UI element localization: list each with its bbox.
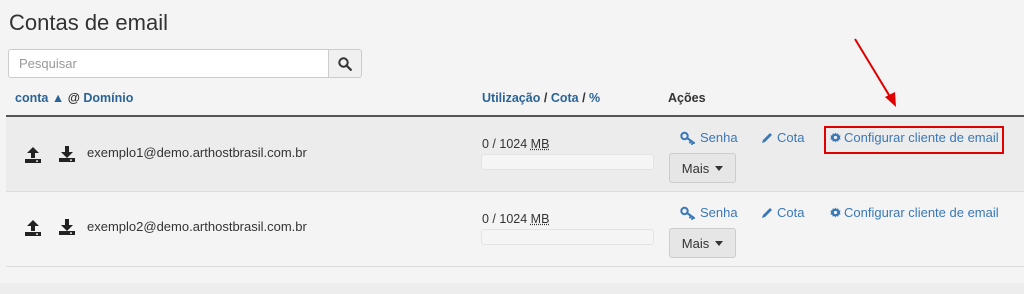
password-action[interactable]: Senha bbox=[680, 205, 738, 220]
header-usage: Utilização / Cota / % bbox=[482, 91, 600, 105]
more-dropdown[interactable]: Mais bbox=[669, 153, 736, 183]
upload-icon[interactable] bbox=[24, 146, 42, 164]
header-account-domain: conta ▲ @ Domínio bbox=[15, 91, 133, 105]
search-input[interactable] bbox=[8, 49, 328, 78]
key-icon bbox=[680, 206, 695, 220]
sort-by-account-link[interactable]: conta bbox=[15, 91, 48, 105]
email-address: exemplo1@demo.arthostbrasil.com.br bbox=[87, 145, 307, 160]
password-action[interactable]: Senha bbox=[680, 130, 738, 145]
usage-progress-bar bbox=[481, 229, 654, 245]
unit-abbr: MB bbox=[530, 212, 550, 226]
pencil-icon bbox=[762, 207, 772, 218]
search-icon bbox=[338, 56, 352, 71]
chevron-down-icon bbox=[715, 165, 724, 171]
usage-text: 0 / 1024 MB bbox=[482, 212, 550, 226]
email-address: exemplo2@demo.arthostbrasil.com.br bbox=[87, 219, 307, 234]
header-separator: / bbox=[582, 91, 586, 105]
key-icon bbox=[680, 131, 695, 145]
upload-icon[interactable] bbox=[24, 219, 42, 237]
sort-ascending-indicator[interactable]: ▲ bbox=[52, 91, 64, 105]
at-symbol: @ bbox=[67, 91, 80, 105]
sort-by-usage-link[interactable]: Utilização bbox=[482, 91, 540, 105]
actions-header-label: Ações bbox=[668, 91, 706, 105]
more-dropdown[interactable]: Mais bbox=[669, 228, 736, 258]
sort-by-quota-link[interactable]: Cota bbox=[551, 91, 579, 105]
sort-by-percent-link[interactable]: % bbox=[589, 91, 600, 105]
usage-text: 0 / 1024 MB bbox=[482, 137, 550, 151]
header-actions: Ações bbox=[668, 91, 706, 105]
download-icon[interactable] bbox=[58, 218, 76, 236]
header-separator: / bbox=[543, 91, 548, 105]
pencil-icon bbox=[762, 132, 772, 143]
unit-abbr: MB bbox=[530, 137, 550, 151]
annotation-arrow bbox=[854, 38, 896, 107]
footer-strip bbox=[0, 283, 1024, 294]
sort-by-domain-link[interactable]: Domínio bbox=[83, 91, 133, 105]
usage-progress-bar bbox=[481, 154, 654, 170]
search-button[interactable] bbox=[328, 49, 362, 78]
chevron-down-icon bbox=[715, 240, 724, 246]
highlight-box bbox=[824, 126, 1004, 154]
table-row: exemplo2@demo.arthostbrasil.com.br 0 / 1… bbox=[6, 192, 1024, 267]
configure-email-client-action[interactable]: Configurar cliente de email bbox=[830, 205, 999, 220]
gear-icon bbox=[830, 207, 841, 218]
quota-action[interactable]: Cota bbox=[761, 130, 804, 145]
search-bar bbox=[8, 49, 362, 78]
quota-action[interactable]: Cota bbox=[761, 205, 804, 220]
download-icon[interactable] bbox=[58, 145, 76, 163]
page-title: Contas de email bbox=[9, 10, 168, 35]
